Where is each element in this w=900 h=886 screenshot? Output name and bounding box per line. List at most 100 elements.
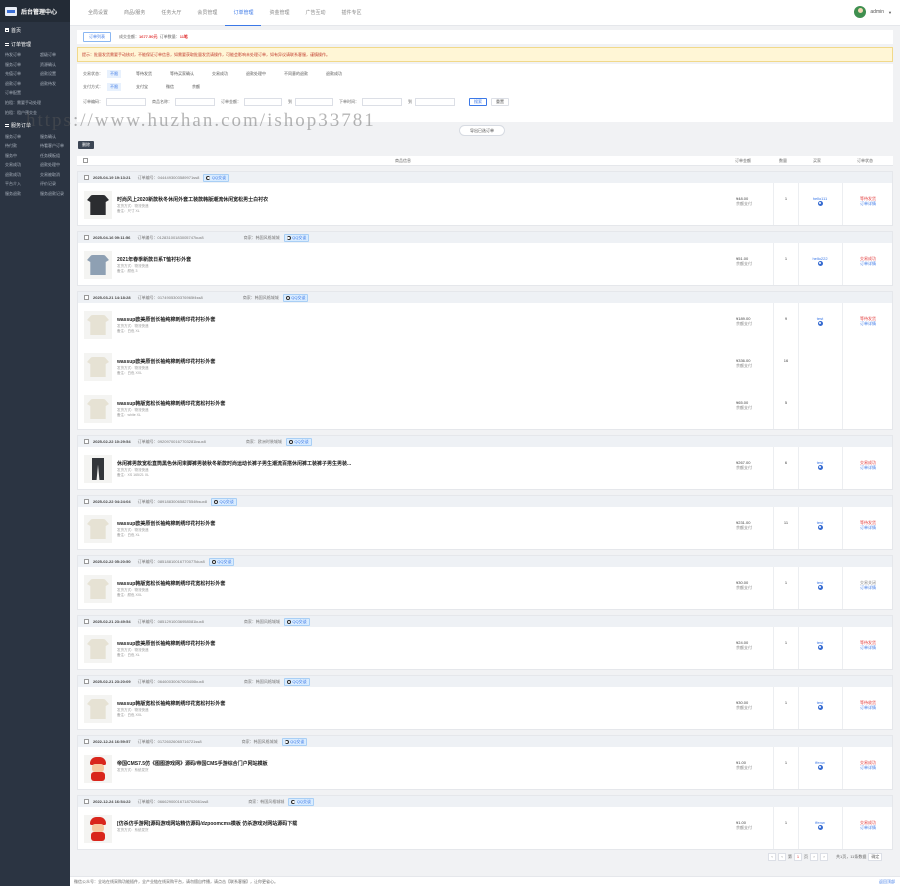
buyer[interactable]: test xyxy=(806,460,834,471)
sidebar-item[interactable]: 服务退款 xyxy=(5,189,40,199)
tab-4[interactable]: 订单管理 xyxy=(225,0,262,26)
product-image[interactable] xyxy=(84,311,112,339)
qq-contact-button[interactable]: QQ交谈 xyxy=(281,737,308,746)
product-title[interactable]: wassup韩版宽松长袖纯棉刺绣印花宽松衬衫外套 xyxy=(117,700,225,707)
nav-section-orders[interactable]: 订单管理 xyxy=(0,38,70,50)
status-option[interactable]: 等待买家确认 xyxy=(167,70,197,78)
qq-contact-button[interactable]: QQ交谈 xyxy=(203,173,230,182)
go-page-button[interactable]: 确定 xyxy=(868,853,883,861)
sidebar-item[interactable]: 待看客户订单 xyxy=(40,141,75,151)
reset-button[interactable]: 重置 xyxy=(491,97,509,106)
product-image[interactable] xyxy=(84,815,112,843)
pay-option[interactable]: 不限 xyxy=(107,82,121,91)
sidebar-item[interactable]: 服务订单 xyxy=(5,132,40,142)
sidebar-item[interactable]: 待付款 xyxy=(5,141,40,151)
buyer[interactable]: test xyxy=(806,520,834,531)
select-all-checkbox[interactable] xyxy=(83,158,88,163)
buyer[interactable]: hello111 xyxy=(806,196,834,207)
order-detail-link[interactable]: 订单详情 xyxy=(848,765,888,770)
prev-page-button-2[interactable]: ‹ xyxy=(778,853,786,861)
product-title[interactable]: wassup欧美原创长袖纯棉刺绣印花衬衫外套 xyxy=(117,316,215,323)
buyer[interactable]: ffenw xyxy=(806,820,834,831)
product-image[interactable] xyxy=(84,575,112,603)
nav-home[interactable]: 首页 xyxy=(0,24,70,36)
order-checkbox[interactable] xyxy=(84,619,89,624)
date-end-input[interactable] xyxy=(415,97,455,106)
prev-page-button[interactable]: ‹ xyxy=(768,853,776,861)
status-option[interactable]: 退款处理中 xyxy=(243,70,269,78)
sidebar-item[interactable]: 退款设置 xyxy=(40,69,75,79)
search-button[interactable]: 搜索 xyxy=(469,97,487,106)
pay-option[interactable]: 支付宝 xyxy=(133,83,151,91)
order-checkbox[interactable] xyxy=(84,679,89,684)
last-page-button[interactable]: › xyxy=(820,853,828,861)
product-image[interactable] xyxy=(84,251,112,279)
product-title[interactable]: wassup欧美原创长袖纯棉刺绣印花衬衫外套 xyxy=(117,520,215,527)
product-image[interactable] xyxy=(84,191,112,219)
sidebar-item[interactable]: 服务订单 xyxy=(5,60,40,70)
product-image[interactable] xyxy=(84,455,112,483)
sidebar-item[interactable]: 交易被取消 xyxy=(40,170,75,180)
tab-7[interactable]: 插件专区 xyxy=(333,0,369,26)
sidebar-item[interactable]: 超级订单 xyxy=(40,50,75,60)
product-image[interactable] xyxy=(84,755,112,783)
sidebar-item[interactable]: 资源确认 xyxy=(40,60,75,70)
sidebar-item[interactable]: 服务退款记录 xyxy=(40,189,75,199)
sidebar-item[interactable]: 订单配置 xyxy=(5,88,40,98)
batch-delete-button[interactable]: 删除 xyxy=(78,141,94,149)
export-button[interactable]: 导出已选订单 xyxy=(459,125,505,136)
sidebar-item[interactable]: 交易成功 xyxy=(5,160,40,170)
sidebar-item[interactable]: 退款待发 xyxy=(40,79,75,89)
sidebar-item[interactable]: 退款订单 xyxy=(5,79,40,89)
pay-option[interactable]: 微信 xyxy=(163,83,177,91)
sidebar-item[interactable]: 评价记录 xyxy=(40,179,75,189)
qq-contact-button[interactable]: QQ交谈 xyxy=(285,437,312,446)
buyer[interactable]: hello222 xyxy=(806,256,834,267)
date-start-input[interactable] xyxy=(362,97,402,106)
product-image[interactable] xyxy=(84,695,112,723)
sidebar-item[interactable]: 待发订单 xyxy=(5,50,40,60)
order-detail-link[interactable]: 订单详情 xyxy=(848,201,888,206)
order-detail-link[interactable]: 订单详情 xyxy=(848,825,888,830)
tab-order-list[interactable]: 订单列表 xyxy=(83,32,111,42)
product-title[interactable]: [仿杀仿手游网]源码游戏网站精仿源码/dzpoomcms模板 仿杀游戏对网站源码… xyxy=(117,820,297,827)
product-image[interactable] xyxy=(84,635,112,663)
pay-option[interactable]: 余额 xyxy=(189,83,203,91)
qq-contact-button[interactable]: QQ交谈 xyxy=(282,293,309,302)
qq-contact-button[interactable]: QQ交谈 xyxy=(283,617,310,626)
qq-contact-button[interactable]: QQ交谈 xyxy=(208,557,235,566)
qq-contact-button[interactable]: QQ交谈 xyxy=(283,233,310,242)
status-option[interactable]: 不限 xyxy=(107,69,121,78)
status-option[interactable]: 等待发货 xyxy=(133,70,155,78)
sidebar-item[interactable]: 服务中 xyxy=(5,151,40,161)
tab-5[interactable]: 资金管理 xyxy=(261,0,297,26)
sidebar-item[interactable]: 服务确认 xyxy=(40,132,75,142)
sidebar-item[interactable]: 平台介入 xyxy=(5,179,40,189)
back-to-top-link[interactable]: 返回顶部 xyxy=(879,877,895,886)
tab-0[interactable]: 全局设置 xyxy=(80,0,116,26)
product-image[interactable] xyxy=(84,395,112,423)
product-name-input[interactable] xyxy=(175,97,215,106)
next-page-button[interactable]: › xyxy=(810,853,818,861)
status-option[interactable]: 不同意的退款 xyxy=(281,70,311,78)
order-no-input[interactable] xyxy=(106,97,146,106)
order-detail-link[interactable]: 订单详情 xyxy=(848,525,888,530)
amount-min-input[interactable] xyxy=(244,97,282,106)
sidebar-item[interactable]: 充值订单 xyxy=(5,69,40,79)
order-checkbox[interactable] xyxy=(84,559,89,564)
qq-contact-button[interactable]: QQ交谈 xyxy=(210,497,237,506)
logo[interactable]: 后台管理中心 xyxy=(0,0,70,22)
user-menu[interactable]: admin ▼ xyxy=(854,6,892,18)
product-title[interactable]: wassup欧美原创长袖纯棉刺绣印花衬衫外套 xyxy=(117,640,215,647)
tab-6[interactable]: 广告互动 xyxy=(297,0,333,26)
product-image[interactable] xyxy=(84,353,112,381)
buyer[interactable]: test xyxy=(806,640,834,651)
tab-2[interactable]: 任务大厅 xyxy=(153,0,189,26)
product-title[interactable]: 休闲裤男款宽松直筒黑色休闲束脚裤男装秋冬新款时尚运动长裤子男生潮流百搭休闲裤工装… xyxy=(117,460,351,467)
product-title[interactable]: 2021年春季新款日系T恤衬衫外套 xyxy=(117,256,191,263)
product-title[interactable]: 帝国CMS7.5仿《图图游戏网》源码/帝国CMS手游综合门户网站模板 xyxy=(117,760,268,767)
order-checkbox[interactable] xyxy=(84,739,89,744)
buyer[interactable]: test xyxy=(806,580,834,591)
buyer[interactable]: test xyxy=(806,316,834,327)
product-title[interactable]: wassup韩版宽松长袖纯棉刺绣印花宽松衬衫外套 xyxy=(117,580,225,587)
